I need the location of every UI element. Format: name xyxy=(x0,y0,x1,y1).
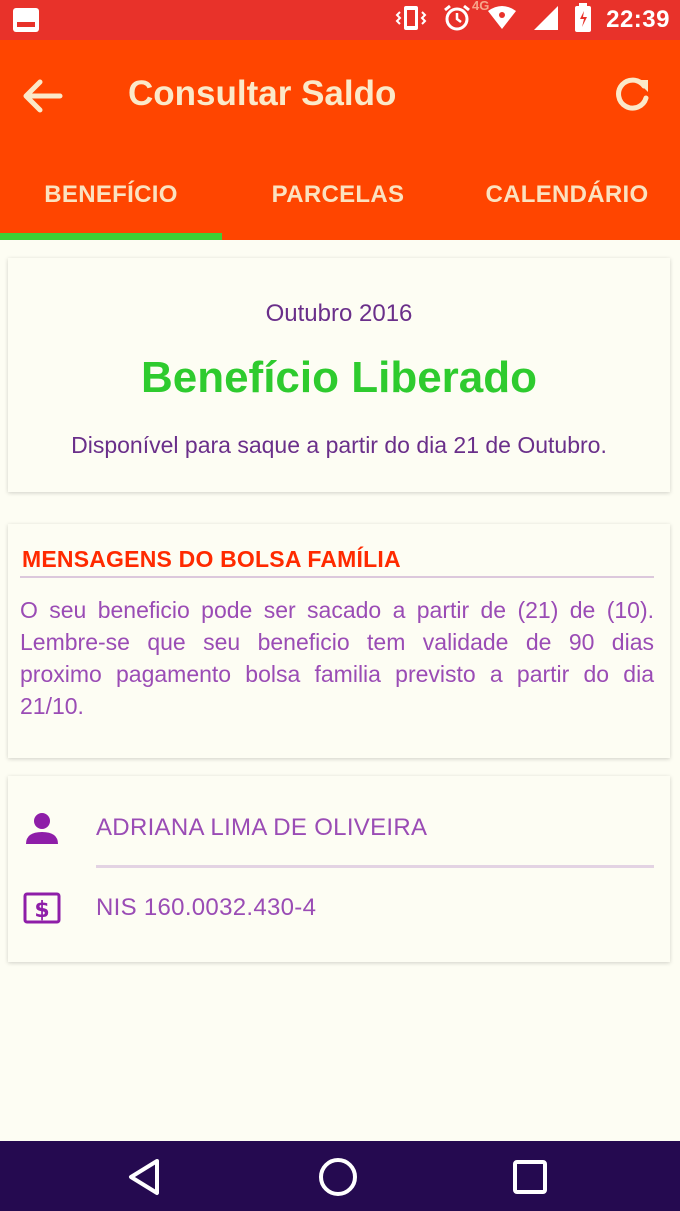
tab-beneficio[interactable]: BENEFÍCIO xyxy=(0,156,222,240)
system-nav-bar xyxy=(0,1141,680,1211)
messages-card: MENSAGENS DO BOLSA FAMÍLIA O seu benefic… xyxy=(8,524,670,758)
back-triangle-icon xyxy=(129,1159,159,1195)
image-icon xyxy=(12,7,40,38)
person-icon xyxy=(22,808,62,848)
tab-label: BENEFÍCIO xyxy=(44,181,178,208)
holder-name-row: ADRIANA LIMA DE OLIVEIRA xyxy=(8,798,670,858)
back-button[interactable] xyxy=(20,74,70,118)
tab-label: PARCELAS xyxy=(271,181,405,208)
refresh-button[interactable] xyxy=(610,72,658,120)
home-circle-icon xyxy=(319,1158,357,1196)
app-bar: Consultar Saldo BENEFÍCIO PARCELAS CALEN… xyxy=(0,40,680,240)
vibrate-icon xyxy=(394,4,428,37)
arrow-left-icon xyxy=(23,79,63,113)
tab-bar: BENEFÍCIO PARCELAS CALENDÁRIO xyxy=(0,156,680,240)
benefit-status: Benefício Liberado xyxy=(140,353,538,402)
divider xyxy=(96,865,654,868)
holder-card: ADRIANA LIMA DE OLIVEIRA $ NIS 160.0032.… xyxy=(8,776,670,962)
tab-calendario[interactable]: CALENDÁRIO xyxy=(454,156,680,240)
recents-square-icon xyxy=(513,1160,547,1194)
signal-icon xyxy=(532,4,560,37)
nav-back-button[interactable] xyxy=(123,1155,167,1199)
tab-label: CALENDÁRIO xyxy=(485,181,649,208)
benefit-availability: Disponível para saque a partir do dia 21… xyxy=(71,432,607,458)
benefit-period: Outubro 2016 xyxy=(265,300,413,327)
messages-body: O seu beneficio pode ser sacado a partir… xyxy=(20,597,654,719)
messages-title: MENSAGENS DO BOLSA FAMÍLIA xyxy=(22,546,401,572)
nav-home-button[interactable] xyxy=(316,1155,360,1199)
nis-row: $ NIS 160.0032.430-4 xyxy=(8,878,670,938)
status-bar: 4G 22:39 xyxy=(0,0,680,40)
tab-parcelas[interactable]: PARCELAS xyxy=(222,156,454,240)
benefit-status-card: Outubro 2016 Benefício Liberado Disponív… xyxy=(8,258,670,492)
nav-recents-button[interactable] xyxy=(508,1155,552,1199)
divider xyxy=(20,576,654,578)
page-title: Consultar Saldo xyxy=(128,74,397,113)
svg-text:$: $ xyxy=(34,898,49,923)
holder-name: ADRIANA LIMA DE OLIVEIRA xyxy=(96,814,428,841)
refresh-icon xyxy=(616,77,649,111)
money-icon: $ xyxy=(22,888,62,928)
battery-icon xyxy=(574,2,592,38)
wifi-icon xyxy=(486,5,518,36)
alarm-icon xyxy=(442,3,472,38)
nis-number: NIS 160.0032.430-4 xyxy=(96,894,317,921)
tab-selected-indicator xyxy=(0,233,222,240)
status-time: 22:39 xyxy=(606,6,670,33)
